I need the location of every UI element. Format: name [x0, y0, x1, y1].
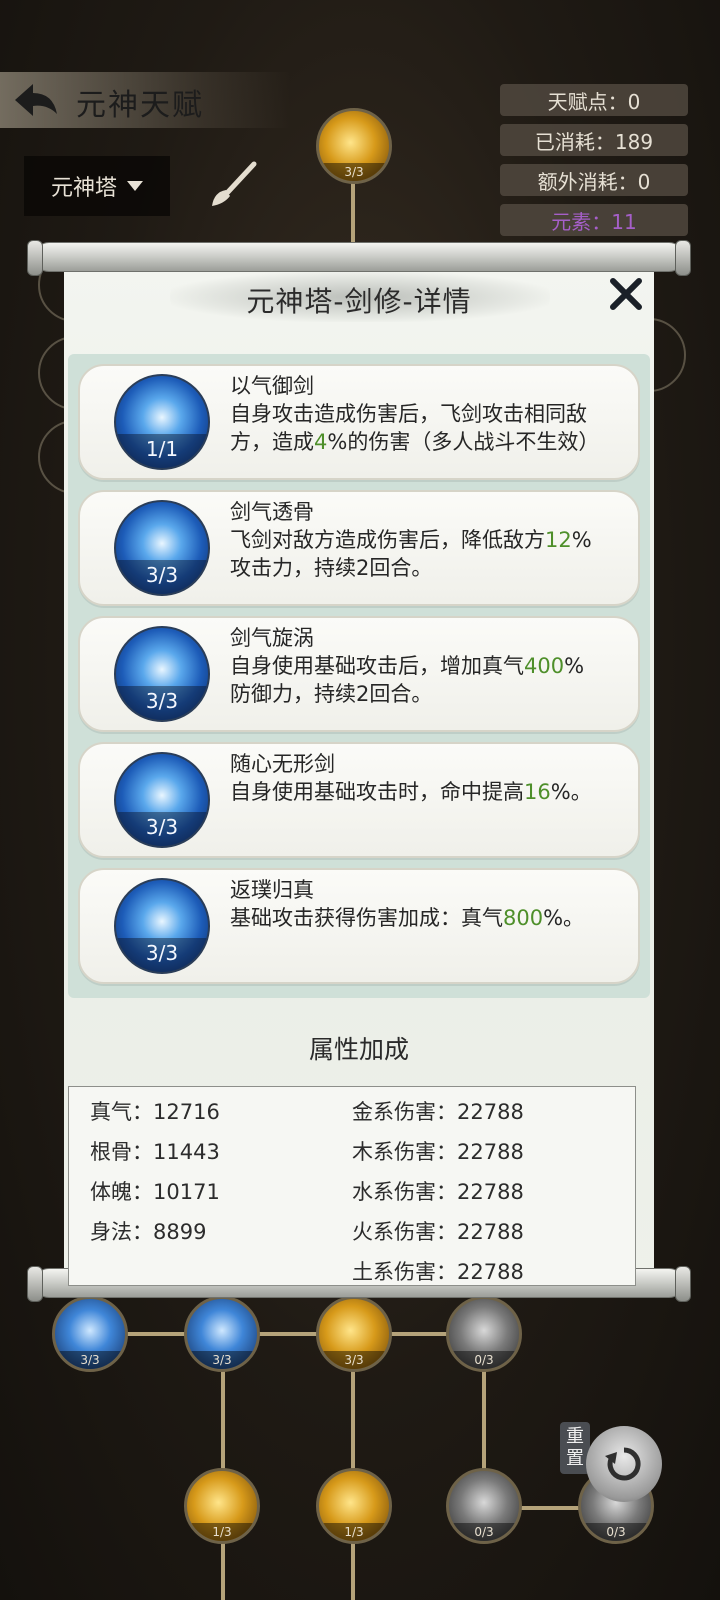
skill-name: 返璞归真	[230, 878, 314, 902]
skill-desc-value: 16	[524, 780, 551, 804]
skill-level: 1/1	[116, 434, 208, 468]
skill-desc-text: %。	[550, 780, 592, 804]
skill-desc: 自身使用基础攻击后，增加真气400%防御力，持续2回合。	[230, 652, 600, 710]
tree-connector	[120, 1332, 500, 1336]
tree-node-count: 0/3	[449, 1351, 519, 1369]
skill-desc-text: 自身使用基础攻击时，命中提高	[230, 780, 524, 804]
attr-left: 身法：8899	[90, 1220, 207, 1244]
attr-left: 根骨：11443	[90, 1140, 220, 1164]
skill-name: 随心无形剑	[230, 752, 335, 776]
skill-desc-value: 400	[524, 654, 565, 678]
back-arrow-icon	[15, 84, 57, 116]
skill-desc-text: 基础攻击获得伤害加成：真气	[230, 906, 503, 930]
attr-right: 水系伤害：22788	[352, 1180, 524, 1204]
skill-desc: 自身攻击造成伤害后，飞剑攻击相同敌方，造成4%的伤害（多人战斗不生效）	[230, 400, 600, 474]
tree-node[interactable]: 1/3	[184, 1468, 260, 1544]
tree-node-count: 3/3	[319, 1351, 389, 1369]
sword-skill-icon: 1/1	[114, 374, 210, 470]
close-icon	[610, 278, 642, 310]
skill-level: 3/3	[116, 938, 208, 972]
skill-desc-value: 12	[545, 528, 572, 552]
sword-skill-icon: 3/3	[114, 878, 210, 974]
skill-desc-text: 飞剑对敌方造成伤害后，降低敌方	[230, 528, 545, 552]
attr-right: 木系伤害：22788	[352, 1140, 524, 1164]
chevron-down-icon	[127, 181, 143, 191]
extra-consumed-stat: 额外消耗：0	[500, 164, 688, 196]
tree-node-top[interactable]: 3/3	[316, 108, 392, 184]
attribute-bonus-title: 属性加成	[308, 1035, 409, 1064]
skill-desc-text: 自身使用基础攻击后，增加真气	[230, 654, 524, 678]
tree-connector	[221, 1370, 225, 1480]
consumed-stat: 已消耗：189	[500, 124, 688, 156]
tower-selector[interactable]: 元神塔	[24, 156, 170, 216]
skill-desc-value: 800	[503, 906, 544, 930]
close-button[interactable]	[606, 274, 646, 314]
tree-node-count: 0/3	[581, 1523, 651, 1541]
tree-node-count: 0/3	[449, 1523, 519, 1541]
skill-name: 剑气旋涡	[230, 626, 314, 650]
tree-node[interactable]: 1/3	[316, 1468, 392, 1544]
tree-node-count: 3/3	[187, 1351, 257, 1369]
tree-node-count: 3/3	[319, 163, 389, 181]
tower-selector-label: 元神塔	[50, 176, 117, 201]
attr-right: 火系伤害：22788	[352, 1220, 524, 1244]
skill-level: 3/3	[116, 560, 208, 594]
tree-node[interactable]: 3/3	[52, 1296, 128, 1372]
tree-node-count: 1/3	[187, 1523, 257, 1541]
sword-skill-icon: 3/3	[114, 752, 210, 848]
skill-desc: 基础攻击获得伤害加成：真气800%。	[230, 904, 600, 962]
skill-name: 剑气透骨	[230, 500, 314, 524]
dialog-title: 元神塔-剑修-详情	[246, 285, 472, 318]
tree-node-count: 1/3	[319, 1523, 389, 1541]
tree-node[interactable]: 3/3	[316, 1296, 392, 1372]
skill-desc: 飞剑对敌方造成伤害后，降低敌方12%攻击力，持续2回合。	[230, 526, 600, 584]
sword-skill-icon: 3/3	[114, 626, 210, 722]
attr-right: 土系伤害：22788	[352, 1260, 524, 1284]
talent-points-stat: 天赋点：0	[500, 84, 688, 116]
tree-node[interactable]: 3/3	[184, 1296, 260, 1372]
reset-button[interactable]	[586, 1426, 662, 1502]
reset-icon	[605, 1447, 641, 1481]
tree-node[interactable]: 0/3	[446, 1468, 522, 1544]
tree-connector	[351, 1370, 355, 1480]
element-stat: 元素：11	[500, 204, 688, 236]
skill-name: 以气御剑	[230, 374, 314, 398]
skill-desc: 自身使用基础攻击时，命中提高16%。	[230, 778, 600, 836]
tree-connector	[351, 1540, 355, 1600]
brush-icon[interactable]	[204, 158, 260, 214]
tree-node-count: 3/3	[55, 1351, 125, 1369]
attr-left: 体魄：10171	[90, 1180, 220, 1204]
skill-level: 3/3	[116, 686, 208, 720]
tree-connector	[221, 1540, 225, 1600]
skill-desc-value: 4	[314, 430, 328, 454]
attr-left: 真气：12716	[90, 1100, 220, 1124]
back-button[interactable]	[8, 78, 64, 122]
sword-skill-icon: 3/3	[114, 500, 210, 596]
skill-desc-text: %。	[543, 906, 585, 930]
skill-desc-text: %的伤害（多人战斗不生效）	[327, 430, 600, 454]
tree-node[interactable]: 0/3	[446, 1296, 522, 1372]
page-title: 元神天赋	[76, 88, 204, 123]
scroll-rod-top	[27, 240, 691, 276]
tree-connector	[482, 1370, 486, 1480]
attr-right: 金系伤害：22788	[352, 1100, 524, 1124]
skill-level: 3/3	[116, 812, 208, 846]
